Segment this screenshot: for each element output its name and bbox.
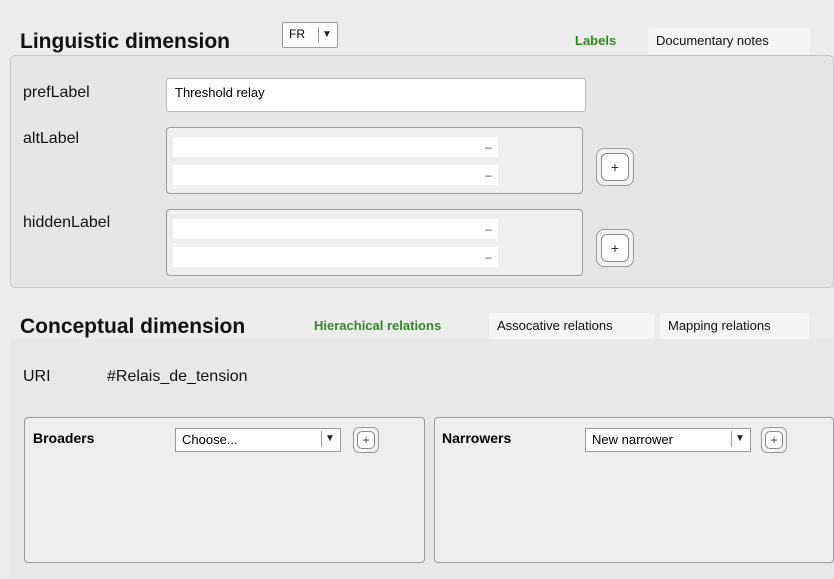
language-select[interactable]: FR ▼ <box>282 22 338 48</box>
narrowers-select-value: New narrower <box>592 432 673 447</box>
plus-icon: + <box>357 431 375 449</box>
pref-label-input[interactable]: Threshold relay <box>166 78 586 112</box>
broaders-label: Broaders <box>33 430 95 446</box>
hidden-label-input[interactable] <box>173 219 498 239</box>
broaders-select[interactable]: Choose... ▼ <box>175 428 341 452</box>
pref-label-label: prefLabel <box>23 84 90 101</box>
chevron-down-icon: ▼ <box>318 27 335 43</box>
uri-label: URI <box>23 368 51 385</box>
add-narrower-button[interactable]: + <box>761 427 787 453</box>
remove-alt-label-button[interactable]: – <box>485 165 492 185</box>
uri-value: #Relais_de_tension <box>107 368 248 385</box>
add-broader-button[interactable]: + <box>353 427 379 453</box>
tab-mapping-relations[interactable]: Mapping relations <box>660 313 809 339</box>
tab-hierarchical-relations[interactable]: Hierachical relations <box>306 313 449 339</box>
remove-hidden-label-button[interactable]: – <box>485 219 492 239</box>
chevron-down-icon: ▼ <box>321 431 338 447</box>
alt-label-group: – – <box>166 127 583 194</box>
alt-label-label: altLabel <box>23 130 80 147</box>
alt-label-input[interactable] <box>173 165 498 185</box>
add-alt-label-button[interactable]: + <box>596 148 634 186</box>
narrowers-select[interactable]: New narrower ▼ <box>585 428 751 452</box>
conceptual-dimension-title: Conceptual dimension <box>20 315 246 338</box>
narrowers-label: Narrowers <box>442 430 512 446</box>
chevron-down-icon: ▼ <box>731 431 748 447</box>
plus-icon: + <box>765 431 783 449</box>
language-value: FR <box>289 27 305 41</box>
plus-icon: + <box>601 234 629 262</box>
remove-hidden-label-button[interactable]: – <box>485 247 492 267</box>
plus-icon: + <box>601 153 629 181</box>
tab-documentary-notes[interactable]: Documentary notes <box>648 28 810 54</box>
alt-label-input[interactable] <box>173 137 498 157</box>
tab-associative-relations[interactable]: Assocative relations <box>489 313 654 339</box>
linguistic-dimension-title: Linguistic dimension <box>20 30 231 53</box>
broaders-select-value: Choose... <box>182 432 238 447</box>
remove-alt-label-button[interactable]: – <box>485 137 492 157</box>
hidden-label-group: – – <box>166 209 583 276</box>
hidden-label-label: hiddenLabel <box>23 214 111 231</box>
add-hidden-label-button[interactable]: + <box>596 229 634 267</box>
tab-labels[interactable]: Labels <box>567 28 624 54</box>
hidden-label-input[interactable] <box>173 247 498 267</box>
